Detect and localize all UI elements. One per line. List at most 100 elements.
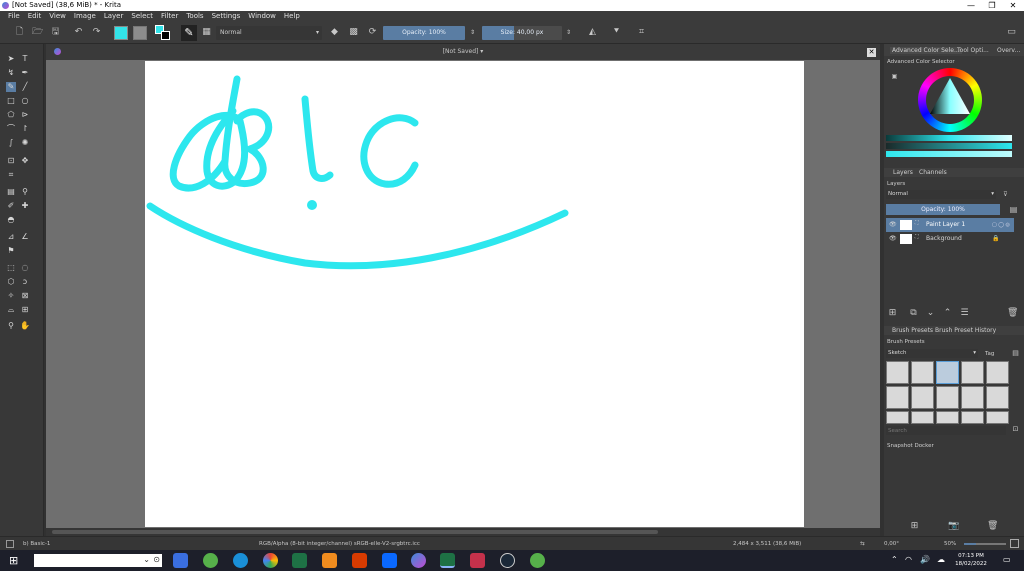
brush-preset-14[interactable] — [961, 411, 984, 424]
menu-select[interactable]: Select — [127, 11, 157, 22]
brush-preset-1[interactable] — [886, 361, 909, 384]
magnetic-selection-icon[interactable]: ⊞ — [20, 305, 30, 315]
maximize-button[interactable]: ❐ — [981, 0, 1003, 11]
taskbar-zalo-icon[interactable] — [382, 553, 397, 568]
taskbar-steam-icon[interactable] — [500, 553, 515, 568]
menu-view[interactable]: View — [45, 11, 70, 22]
layer-blend-mode-select[interactable]: Normal ▾ — [886, 190, 996, 199]
close-window-button[interactable]: ✕ — [1002, 0, 1024, 11]
brush-tag-select[interactable]: Sketch ▾ — [886, 349, 978, 358]
zoom-tool-icon[interactable]: ⚲ — [6, 321, 16, 331]
close-document-icon[interactable]: ✕ — [867, 48, 876, 57]
open-document-icon[interactable]: 🗁 — [32, 27, 43, 38]
saturation-slider[interactable] — [886, 143, 1012, 149]
brush-search-options-icon[interactable]: ⊡ — [1010, 424, 1021, 435]
pan-tool-icon[interactable]: ✋ — [20, 321, 30, 331]
menu-edit[interactable]: Edit — [24, 11, 46, 22]
rectangle-tool-icon[interactable]: □ — [6, 96, 16, 106]
transform-tool-icon[interactable]: ⊡ — [6, 156, 16, 166]
menu-tools[interactable]: Tools — [182, 11, 207, 22]
save-icon[interactable]: 🖫 — [50, 27, 61, 38]
brush-preset-15[interactable] — [986, 411, 1009, 424]
rotation-icon[interactable]: ⇆ — [860, 537, 865, 551]
edit-shapes-tool-icon[interactable]: ↯ — [6, 68, 16, 78]
redo-icon[interactable]: ↷ — [91, 27, 102, 38]
layer-visibility-eye-icon[interactable]: 👁 — [889, 232, 897, 246]
tab-advanced-color-selector[interactable]: Advanced Color Sele... — [890, 47, 962, 54]
taskbar-green2-icon[interactable] — [530, 553, 545, 568]
taskbar-app-green-icon[interactable] — [203, 553, 218, 568]
colorize-mask-tool-icon[interactable]: ✐ — [6, 201, 16, 211]
brush-preset-2[interactable] — [911, 361, 934, 384]
tray-chevron-icon[interactable]: ⌃ — [891, 555, 898, 564]
tray-volume-icon[interactable]: 🔊 — [920, 555, 930, 564]
pattern-icon[interactable]: ▦ — [201, 27, 212, 38]
mirror-horizontal-icon[interactable]: ◭ — [587, 27, 598, 38]
zoom-slider[interactable] — [964, 543, 1006, 545]
brush-view-icon[interactable]: ▤ — [1010, 348, 1021, 359]
fg-bg-color-selector-icon[interactable] — [155, 25, 171, 41]
opacity-slider[interactable]: Opacity: 100% — [383, 26, 465, 40]
delete-snapshot-icon[interactable]: 🗑 — [987, 521, 998, 532]
brush-preset-8[interactable] — [936, 386, 959, 409]
tab-tool-options[interactable]: Tool Opti... — [957, 47, 989, 54]
gradient-tool-icon[interactable]: ▤ — [6, 187, 16, 197]
brush-preset-11[interactable] — [886, 411, 909, 424]
layer-filter-icon[interactable]: ⊽ — [1001, 190, 1010, 199]
menu-filter[interactable]: Filter — [157, 11, 182, 22]
layer-row-background[interactable]: 👁 ⛶ Background 🔒 — [886, 232, 1014, 246]
reload-preset-icon[interactable]: ⟳ — [367, 27, 378, 38]
layer-properties-icon[interactable]: ☰ — [959, 308, 970, 319]
line-tool-icon[interactable]: ╱ — [20, 82, 30, 92]
preserve-alpha-icon[interactable]: ▩ — [348, 27, 359, 38]
rectangular-selection-icon[interactable]: ⬚ — [6, 263, 16, 273]
color-triangle[interactable] — [918, 68, 982, 132]
taskbar-app-zoo-icon[interactable] — [173, 553, 188, 568]
taskbar-teams-icon[interactable] — [470, 553, 485, 568]
value-slider[interactable] — [886, 151, 1012, 157]
blend-mode-select[interactable]: Normal ▾ — [216, 26, 322, 40]
brush-preset-3[interactable] — [936, 361, 959, 384]
add-snapshot-icon[interactable]: ⊞ — [909, 521, 920, 532]
elliptical-selection-icon[interactable]: ◌ — [20, 263, 30, 273]
layer-alpha-lock-icon[interactable]: ▢ ◯ ◎ — [992, 218, 1010, 232]
brush-preset-5[interactable] — [986, 361, 1009, 384]
layer-opacity-slider[interactable]: Opacity: 100% — [886, 204, 1000, 215]
menu-settings[interactable]: Settings — [208, 11, 245, 22]
polygonal-selection-icon[interactable]: ⬡ — [6, 277, 16, 287]
calligraphy-tool-icon[interactable]: ✒ — [20, 68, 30, 78]
brush-preset-4[interactable] — [961, 361, 984, 384]
taskbar-excel2-icon[interactable] — [440, 553, 455, 568]
select-shapes-tool-icon[interactable]: ➤ — [6, 54, 16, 64]
tray-wifi-icon[interactable]: ◠ — [905, 555, 912, 564]
brush-preset-6[interactable] — [886, 386, 909, 409]
layer-visibility-eye-icon[interactable]: 👁 — [889, 218, 897, 232]
brush-search-input[interactable] — [886, 426, 1006, 435]
size-stepper[interactable]: ⇕ — [563, 27, 574, 38]
hue-slider[interactable] — [886, 135, 1012, 141]
menu-image[interactable]: Image — [70, 11, 100, 22]
tag-button[interactable]: Tag — [985, 351, 994, 357]
layer-lock-icon[interactable]: 🔒 — [992, 232, 999, 246]
menu-window[interactable]: Window — [244, 11, 280, 22]
notification-icon[interactable]: ▭ — [1003, 555, 1011, 564]
measure-tool-icon[interactable]: ∠ — [20, 232, 30, 242]
move-tool-icon[interactable]: ✥ — [20, 156, 30, 166]
tab-channels[interactable]: Channels — [919, 169, 947, 176]
menu-layer[interactable]: Layer — [100, 11, 128, 22]
foreground-color-swatch[interactable] — [114, 26, 128, 40]
freehand-brush-tool-icon[interactable]: ✎ — [6, 82, 16, 92]
tab-chevron-down-icon[interactable]: ▾ — [480, 48, 483, 55]
taskbar-edge-icon[interactable] — [233, 553, 248, 568]
fill-tool-icon[interactable]: ◓ — [6, 215, 16, 225]
tray-onedrive-icon[interactable]: ☁ — [937, 555, 945, 564]
brush-preset-icon[interactable]: ✎ — [181, 25, 197, 41]
polyline-tool-icon[interactable]: ⊳ — [20, 110, 30, 120]
taskbar-excel-icon[interactable] — [292, 553, 307, 568]
brush-preset-10[interactable] — [986, 386, 1009, 409]
brush-preset-13[interactable] — [936, 411, 959, 424]
freehand-path-tool-icon[interactable]: ↾ — [20, 124, 30, 134]
layer-list-view-icon[interactable]: ▤ — [1008, 204, 1019, 215]
text-tool-icon[interactable]: T — [20, 54, 30, 64]
ellipse-tool-icon[interactable]: ○ — [20, 96, 30, 106]
